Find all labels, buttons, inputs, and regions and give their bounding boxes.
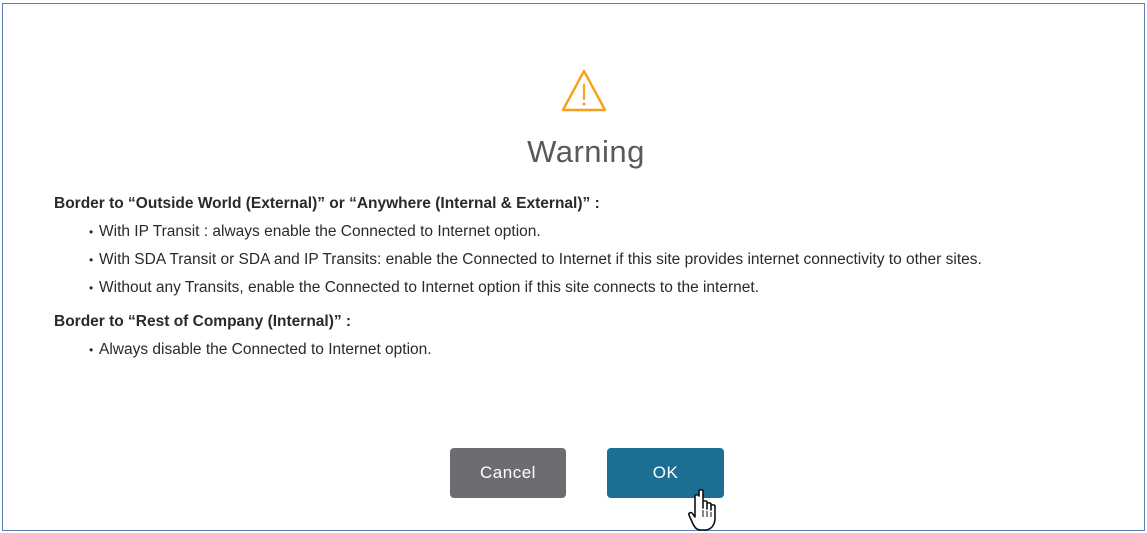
dialog-title: Warning [527,134,645,169]
list-item: With IP Transit : always enable the Conn… [89,218,1124,246]
hand-pointer-icon [688,489,716,531]
cancel-button[interactable]: Cancel [450,448,566,498]
external-bullet-list: With IP Transit : always enable the Conn… [54,218,1124,302]
list-item: With SDA Transit or SDA and IP Transits:… [89,246,1124,274]
dialog-body: Border to “Outside World (External)” or … [54,194,1124,374]
section-heading-internal: Border to “Rest of Company (Internal)” : [54,313,352,330]
list-item: Without any Transits, enable the Connect… [89,274,1124,302]
section-heading-external: Border to “Outside World (External)” or … [54,195,600,212]
list-item: Always disable the Connected to Internet… [89,336,1124,364]
warning-triangle-icon [561,69,607,112]
warning-dialog: Warning Border to “Outside World (Extern… [2,3,1145,531]
internal-bullet-list: Always disable the Connected to Internet… [54,336,1124,364]
